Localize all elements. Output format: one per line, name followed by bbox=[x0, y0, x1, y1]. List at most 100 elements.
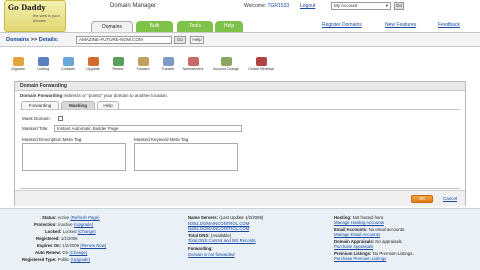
transfer-icon bbox=[162, 57, 174, 66]
nameserver-2-link[interactable]: NS52.DOMAINCONTROL.COM bbox=[188, 226, 249, 231]
domain-select[interactable]: AMAZINE-FUTURE-NOW.COM bbox=[76, 36, 172, 44]
info-value: Public bbox=[57, 257, 70, 262]
upgrade-icon bbox=[87, 57, 99, 66]
tab-help[interactable]: Help bbox=[215, 21, 243, 32]
renew-icon bbox=[112, 57, 124, 66]
toolbar-organize[interactable]: Organize bbox=[6, 57, 30, 75]
subtab-help[interactable]: Help bbox=[97, 101, 119, 109]
refresh-page-link[interactable]: (Refresh Page) bbox=[70, 215, 99, 220]
auto-renew-change-link[interactable]: (Change) bbox=[69, 250, 87, 255]
domain-help-button[interactable]: Help bbox=[190, 36, 204, 44]
account-select[interactable]: My Account ▼ bbox=[331, 2, 391, 10]
toolbar-label: Nameservers bbox=[182, 67, 204, 71]
welcome-label: Welcome: bbox=[244, 3, 267, 9]
purchase-premium-link[interactable]: Purchase Premium Listings bbox=[334, 256, 386, 261]
account-change-icon bbox=[220, 57, 232, 66]
app-title: Domain Manager bbox=[110, 3, 157, 9]
info-key: Expires On: bbox=[37, 243, 62, 248]
panel-actions: OK Cancel bbox=[15, 190, 465, 206]
feedback-link[interactable]: Feedback bbox=[438, 22, 460, 28]
locked-change-link[interactable]: (Change) bbox=[78, 229, 96, 234]
subtab-masking[interactable]: Masking bbox=[61, 101, 95, 109]
desc-meta-label: Masked Description Meta Tag: bbox=[22, 137, 83, 142]
toolbar-account-change[interactable]: Account Change bbox=[211, 57, 241, 75]
info-auto-renew: Auto Renew: On (Change) bbox=[35, 250, 87, 255]
cancel-link[interactable]: Cancel bbox=[443, 196, 457, 201]
toolbar-transfer[interactable]: Transfer bbox=[156, 57, 180, 75]
nameservers-title-text: Name Servers: bbox=[188, 215, 219, 220]
subtab-forwarding[interactable]: Forwarding bbox=[21, 101, 59, 109]
toolbar-label: Contacts bbox=[61, 67, 75, 71]
info-key: Locked: bbox=[45, 229, 62, 234]
toolbar-renew[interactable]: Renew bbox=[106, 57, 130, 75]
tab-domains[interactable]: Domains bbox=[91, 21, 133, 32]
info-value: Active bbox=[57, 215, 70, 220]
renew-now-link[interactable]: (Renew Now) bbox=[80, 243, 106, 248]
header: Go Daddy the web is your domain Domain M… bbox=[0, 0, 480, 34]
mask-domain-checkbox[interactable] bbox=[58, 116, 63, 121]
info-key: Protection: bbox=[34, 222, 57, 227]
domain-go-button[interactable]: Go bbox=[174, 36, 186, 44]
info-protection: Protection: Inactive (Upgrade) bbox=[34, 222, 93, 227]
mask-domain-label: Mask Domain: bbox=[22, 116, 51, 121]
breadcrumb-separator: >> bbox=[30, 37, 38, 43]
masked-title-label: Masked Title: bbox=[22, 126, 49, 131]
contacts-icon bbox=[62, 57, 74, 66]
info-value: On bbox=[62, 250, 69, 255]
toolbar-nameservers[interactable]: Nameservers bbox=[181, 57, 205, 75]
info-registered-type: Registered Type: Public (Upgrade) bbox=[22, 257, 90, 262]
breadcrumb-current: Details: bbox=[38, 37, 59, 43]
toolbar-forward[interactable]: Forward bbox=[131, 57, 155, 75]
panel-description-bold: Domain Forwarding bbox=[20, 93, 63, 98]
welcome-user: TGR1533 bbox=[267, 3, 290, 9]
info-value: Locked bbox=[62, 229, 77, 234]
appraisal-value: No appraisals. bbox=[375, 239, 403, 244]
manage-hosting-link[interactable]: Manage Hosting Accounts bbox=[334, 220, 384, 225]
breadcrumb-root[interactable]: Domains bbox=[6, 37, 29, 43]
toolbar-cancel-renewal[interactable]: Cancel Renewal bbox=[246, 57, 276, 75]
panel-title: Domain Forwarding bbox=[15, 82, 465, 91]
toolbar-label: Renew bbox=[112, 67, 124, 71]
nameservers-title: Name Servers: (Last Update 1/2/2008) bbox=[188, 215, 263, 220]
info-key: Auto Renew: bbox=[35, 250, 62, 255]
toolbar-label: Locking bbox=[36, 67, 50, 71]
register-domains-link[interactable]: Register Domains bbox=[322, 22, 362, 28]
account-go-button[interactable]: Go bbox=[394, 2, 404, 10]
panel-description: Domain Forwarding redirects or "points" … bbox=[20, 93, 168, 98]
toolbar-label: Forward bbox=[136, 67, 150, 71]
masked-title-input[interactable]: Instant Automatic Builder Page bbox=[54, 125, 242, 132]
toolbar-label: Upgrade bbox=[86, 67, 100, 71]
purchase-appraisals-link[interactable]: Purchase Appraisals bbox=[334, 244, 373, 249]
ok-button[interactable]: OK bbox=[411, 195, 433, 203]
go-daddy-logo[interactable]: Go Daddy the web is your domain bbox=[4, 0, 66, 32]
info-value: Inactive bbox=[57, 222, 73, 227]
logo-tagline: the web is your domain bbox=[33, 13, 60, 23]
account-select-value: My Account bbox=[334, 3, 358, 8]
domains-bar: Domains >> Details: AMAZINE-FUTURE-NOW.C… bbox=[0, 32, 480, 47]
protection-upgrade-link[interactable]: (Upgrade) bbox=[74, 222, 93, 227]
toolbar-contacts[interactable]: Contacts bbox=[56, 57, 80, 75]
welcome-text: Welcome: TGR1533 bbox=[244, 3, 289, 9]
info-expires: Expires On: 1/2/2009 (Renew Now) bbox=[37, 243, 106, 248]
toolbar-label: Account Change bbox=[213, 67, 239, 71]
info-status: Status: Active (Refresh Page) bbox=[42, 215, 100, 220]
domain-info-summary: Status: Active (Refresh Page) Protection… bbox=[0, 208, 480, 270]
registered-type-upgrade-link[interactable]: (Upgrade) bbox=[71, 257, 90, 262]
total-dns-link[interactable]: Total DNS Control and MX Records bbox=[188, 238, 256, 243]
tab-bulk[interactable]: Bulk bbox=[136, 21, 173, 32]
nameservers-icon bbox=[187, 57, 199, 66]
desc-meta-textarea[interactable] bbox=[22, 143, 126, 171]
manage-email-link[interactable]: Manage Email Accounts bbox=[334, 232, 380, 237]
nameservers-note: (Last Update 1/2/2008) bbox=[219, 215, 264, 220]
forwarding-title: Forwarding: bbox=[188, 246, 213, 251]
toolbar-upgrade[interactable]: Upgrade bbox=[81, 57, 105, 75]
forwarding-link[interactable]: Domain is not forwarded bbox=[188, 252, 235, 257]
toolbar-label: Organize bbox=[10, 67, 26, 71]
tab-tools[interactable]: Tools bbox=[177, 21, 213, 32]
toolbar-locking[interactable]: Locking bbox=[31, 57, 55, 75]
chevron-down-icon: ▼ bbox=[385, 3, 389, 8]
new-features-link[interactable]: New Features bbox=[385, 22, 416, 28]
keyword-meta-textarea[interactable] bbox=[134, 143, 238, 171]
logout-link[interactable]: Logout bbox=[300, 3, 315, 9]
info-key: Registered Type: bbox=[22, 257, 57, 262]
